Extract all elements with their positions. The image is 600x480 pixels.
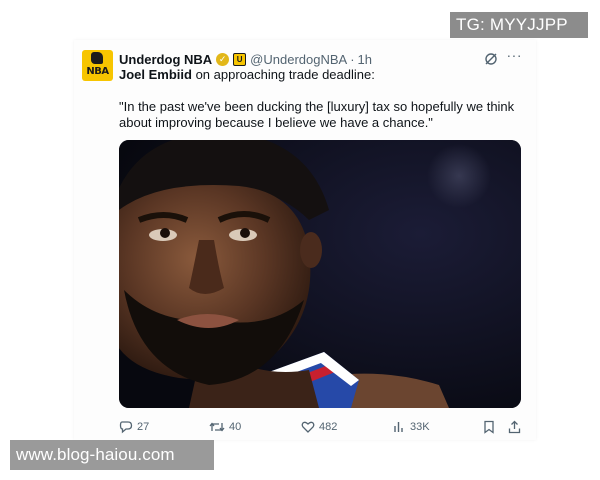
view-count: 33K bbox=[410, 421, 430, 433]
post-time[interactable]: 1h bbox=[358, 52, 372, 67]
tweet-card[interactable]: NBA Underdog NBA ✓ U @UnderdogNBA · 1h ·… bbox=[74, 40, 536, 440]
bookmark-icon bbox=[484, 420, 494, 434]
tweet-text-lead: Joel Embiid on approaching trade deadlin… bbox=[119, 67, 375, 82]
display-name[interactable]: Underdog NBA bbox=[119, 52, 212, 67]
mentioned-name: Joel Embiid bbox=[119, 67, 192, 82]
share-icon bbox=[508, 420, 521, 434]
reply-button[interactable]: 27 bbox=[119, 418, 149, 436]
repost-count: 40 bbox=[229, 421, 242, 433]
tweet-quote-text: "In the past we've been ducking the [lux… bbox=[119, 99, 515, 130]
heart-icon bbox=[301, 421, 315, 433]
tweet-header: Underdog NBA ✓ U @UnderdogNBA · 1h bbox=[119, 50, 372, 68]
watermark-bottom: www.blog-haiou.com bbox=[10, 440, 214, 470]
user-handle[interactable]: @UnderdogNBA bbox=[250, 52, 347, 67]
affiliate-badge-icon[interactable]: U bbox=[233, 52, 247, 66]
verified-badge-icon[interactable]: ✓ bbox=[216, 52, 230, 66]
header-separator: · bbox=[350, 51, 355, 67]
repost-button[interactable]: 40 bbox=[209, 418, 241, 436]
repost-icon bbox=[209, 422, 225, 432]
like-button[interactable]: 482 bbox=[301, 418, 337, 436]
reply-count: 27 bbox=[137, 421, 150, 433]
tweet-actions: 27 40 482 33K bbox=[119, 418, 521, 436]
share-button[interactable] bbox=[508, 418, 525, 436]
underdog-mascot-icon bbox=[91, 52, 103, 64]
player-photo bbox=[119, 140, 521, 408]
bookmark-button[interactable] bbox=[483, 418, 499, 436]
views-button[interactable]: 33K bbox=[392, 418, 430, 436]
avatar[interactable]: NBA bbox=[82, 50, 113, 81]
avatar-label: NBA bbox=[86, 66, 109, 77]
watermark-top: TG: MYYJJPP bbox=[450, 12, 588, 38]
like-count: 482 bbox=[319, 421, 338, 433]
tweet-media-photo[interactable] bbox=[119, 140, 521, 408]
tweet-text-lead-rest: on approaching trade deadline: bbox=[191, 67, 375, 82]
more-options-icon[interactable]: ··· bbox=[507, 48, 523, 62]
reply-icon bbox=[119, 421, 133, 434]
grok-icon[interactable] bbox=[484, 52, 498, 66]
views-chart-icon bbox=[394, 422, 403, 432]
